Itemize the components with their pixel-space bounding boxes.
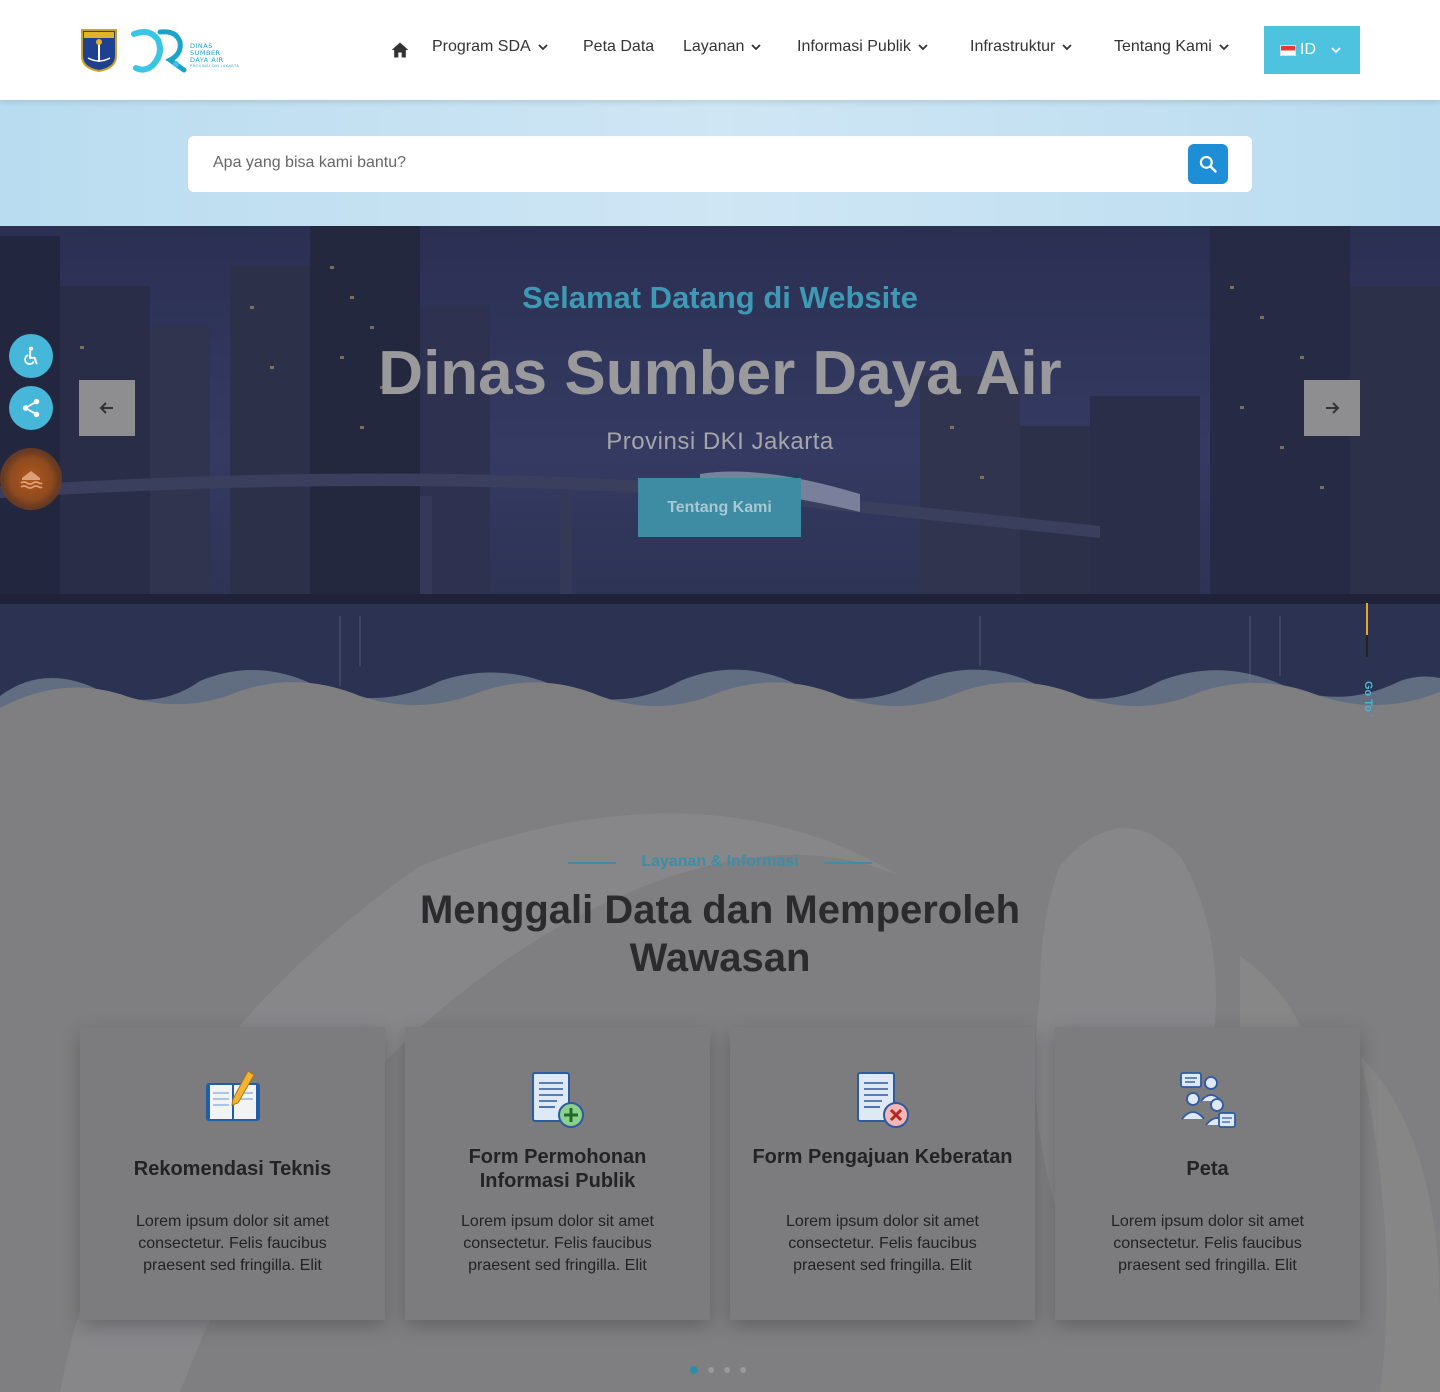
card-title: Peta [1186, 1158, 1229, 1180]
carousel-dot-1[interactable] [690, 1366, 698, 1374]
people-group-icon [1180, 1072, 1236, 1128]
logo-line-4: PROVINSI DKI JAKARTA [190, 64, 240, 68]
notebook-pencil-icon [206, 1070, 260, 1121]
nav-label: Peta Data [583, 38, 655, 55]
chevron-down-icon [1219, 44, 1229, 51]
nav-label: Informasi Publik [797, 38, 911, 55]
about-us-button[interactable]: Tentang Kami [638, 478, 801, 537]
home-icon[interactable] [390, 40, 410, 60]
jakarta-emblem-logo[interactable] [80, 28, 118, 72]
chevron-down-icon [1062, 44, 1072, 51]
document-reject-icon [857, 1072, 909, 1128]
share-icon [22, 398, 40, 418]
card-text: Lorem ipsum dolor sit amet consectetur. … [786, 1213, 979, 1274]
search-button[interactable] [1188, 144, 1228, 184]
card-title: Rekomendasi Teknis [133, 1158, 332, 1180]
go-to-top-line [1366, 603, 1368, 635]
dsda-logo-text: DINAS SUMBER DAYA AIR PROVINSI DKI JAKAR… [190, 43, 239, 69]
carousel-dot-3[interactable] [724, 1367, 730, 1373]
language-label: ID [1300, 41, 1316, 58]
indonesia-flag-icon [1280, 44, 1296, 56]
flood-info-button[interactable] [0, 448, 62, 510]
nav-label: Program SDA [432, 38, 531, 55]
chevron-down-icon [538, 44, 548, 51]
hero-subtitle: Selamat Datang di Website [522, 280, 918, 315]
card-title: Form Permohonan Informasi Publik [468, 1146, 647, 1192]
share-button[interactable] [9, 386, 53, 430]
card-text: Lorem ipsum dolor sit amet consectetur. … [1111, 1213, 1304, 1274]
nav-program-sda[interactable]: Program SDA [432, 38, 549, 56]
search-icon [1199, 155, 1217, 173]
nav-label: Infrastruktur [970, 38, 1056, 55]
nav-label: Layanan [683, 38, 745, 55]
carousel-dots [690, 1366, 746, 1374]
section-kicker: Layanan & Informasi [641, 853, 799, 870]
flood-icon [20, 471, 43, 489]
site-header: DINAS SUMBER DAYA AIR PROVINSI DKI JAKAR… [0, 0, 1440, 100]
nav-tentang-kami[interactable]: Tentang Kami [1114, 38, 1230, 56]
search-placeholder: Apa yang bisa kami bantu? [213, 154, 407, 171]
chevron-down-icon [1331, 47, 1341, 54]
accessibility-icon [24, 346, 38, 365]
card-title: Form Pengajuan Keberatan [752, 1146, 1013, 1168]
accessibility-button[interactable] [9, 334, 53, 378]
nav-informasi-publik[interactable]: Informasi Publik [797, 38, 929, 56]
carousel-dot-2[interactable] [708, 1367, 714, 1373]
hero-region: Provinsi DKI Jakarta [606, 428, 834, 455]
go-to-top-line-dark [1366, 635, 1368, 657]
section-title: Menggali Data dan Memperoleh Wawasan [419, 888, 1021, 980]
go-to-top-button[interactable]: Go To Top [1362, 681, 1374, 734]
card-peta[interactable]: Peta Lorem ipsum dolor sit amet consecte… [1055, 1027, 1360, 1320]
nav-label: Tentang Kami [1114, 38, 1212, 55]
nav-infrastruktur[interactable]: Infrastruktur [970, 38, 1073, 56]
card-form-pengajuan-keberatan[interactable]: Form Pengajuan Keberatan Lorem ipsum dol… [730, 1027, 1035, 1320]
card-form-permohonan[interactable]: Form Permohonan Informasi Publik Lorem i… [405, 1027, 710, 1320]
carousel-dot-4[interactable] [740, 1367, 746, 1373]
card-rekomendasi-teknis[interactable]: Rekomendasi Teknis Lorem ipsum dolor sit… [80, 1027, 385, 1320]
language-selector[interactable]: ID [1264, 26, 1360, 74]
nav-peta-data[interactable]: Peta Data [583, 38, 654, 56]
hero-title: Dinas Sumber Daya Air [378, 339, 1062, 408]
document-add-icon [532, 1072, 584, 1128]
card-text: Lorem ipsum dolor sit amet consectetur. … [136, 1213, 329, 1274]
chevron-down-icon [751, 44, 762, 51]
chevron-down-icon [918, 44, 928, 51]
logo-line-3: DAYA AIR [190, 56, 224, 64]
nav-layanan[interactable]: Layanan [683, 38, 762, 56]
card-text: Lorem ipsum dolor sit amet consectetur. … [461, 1213, 654, 1274]
